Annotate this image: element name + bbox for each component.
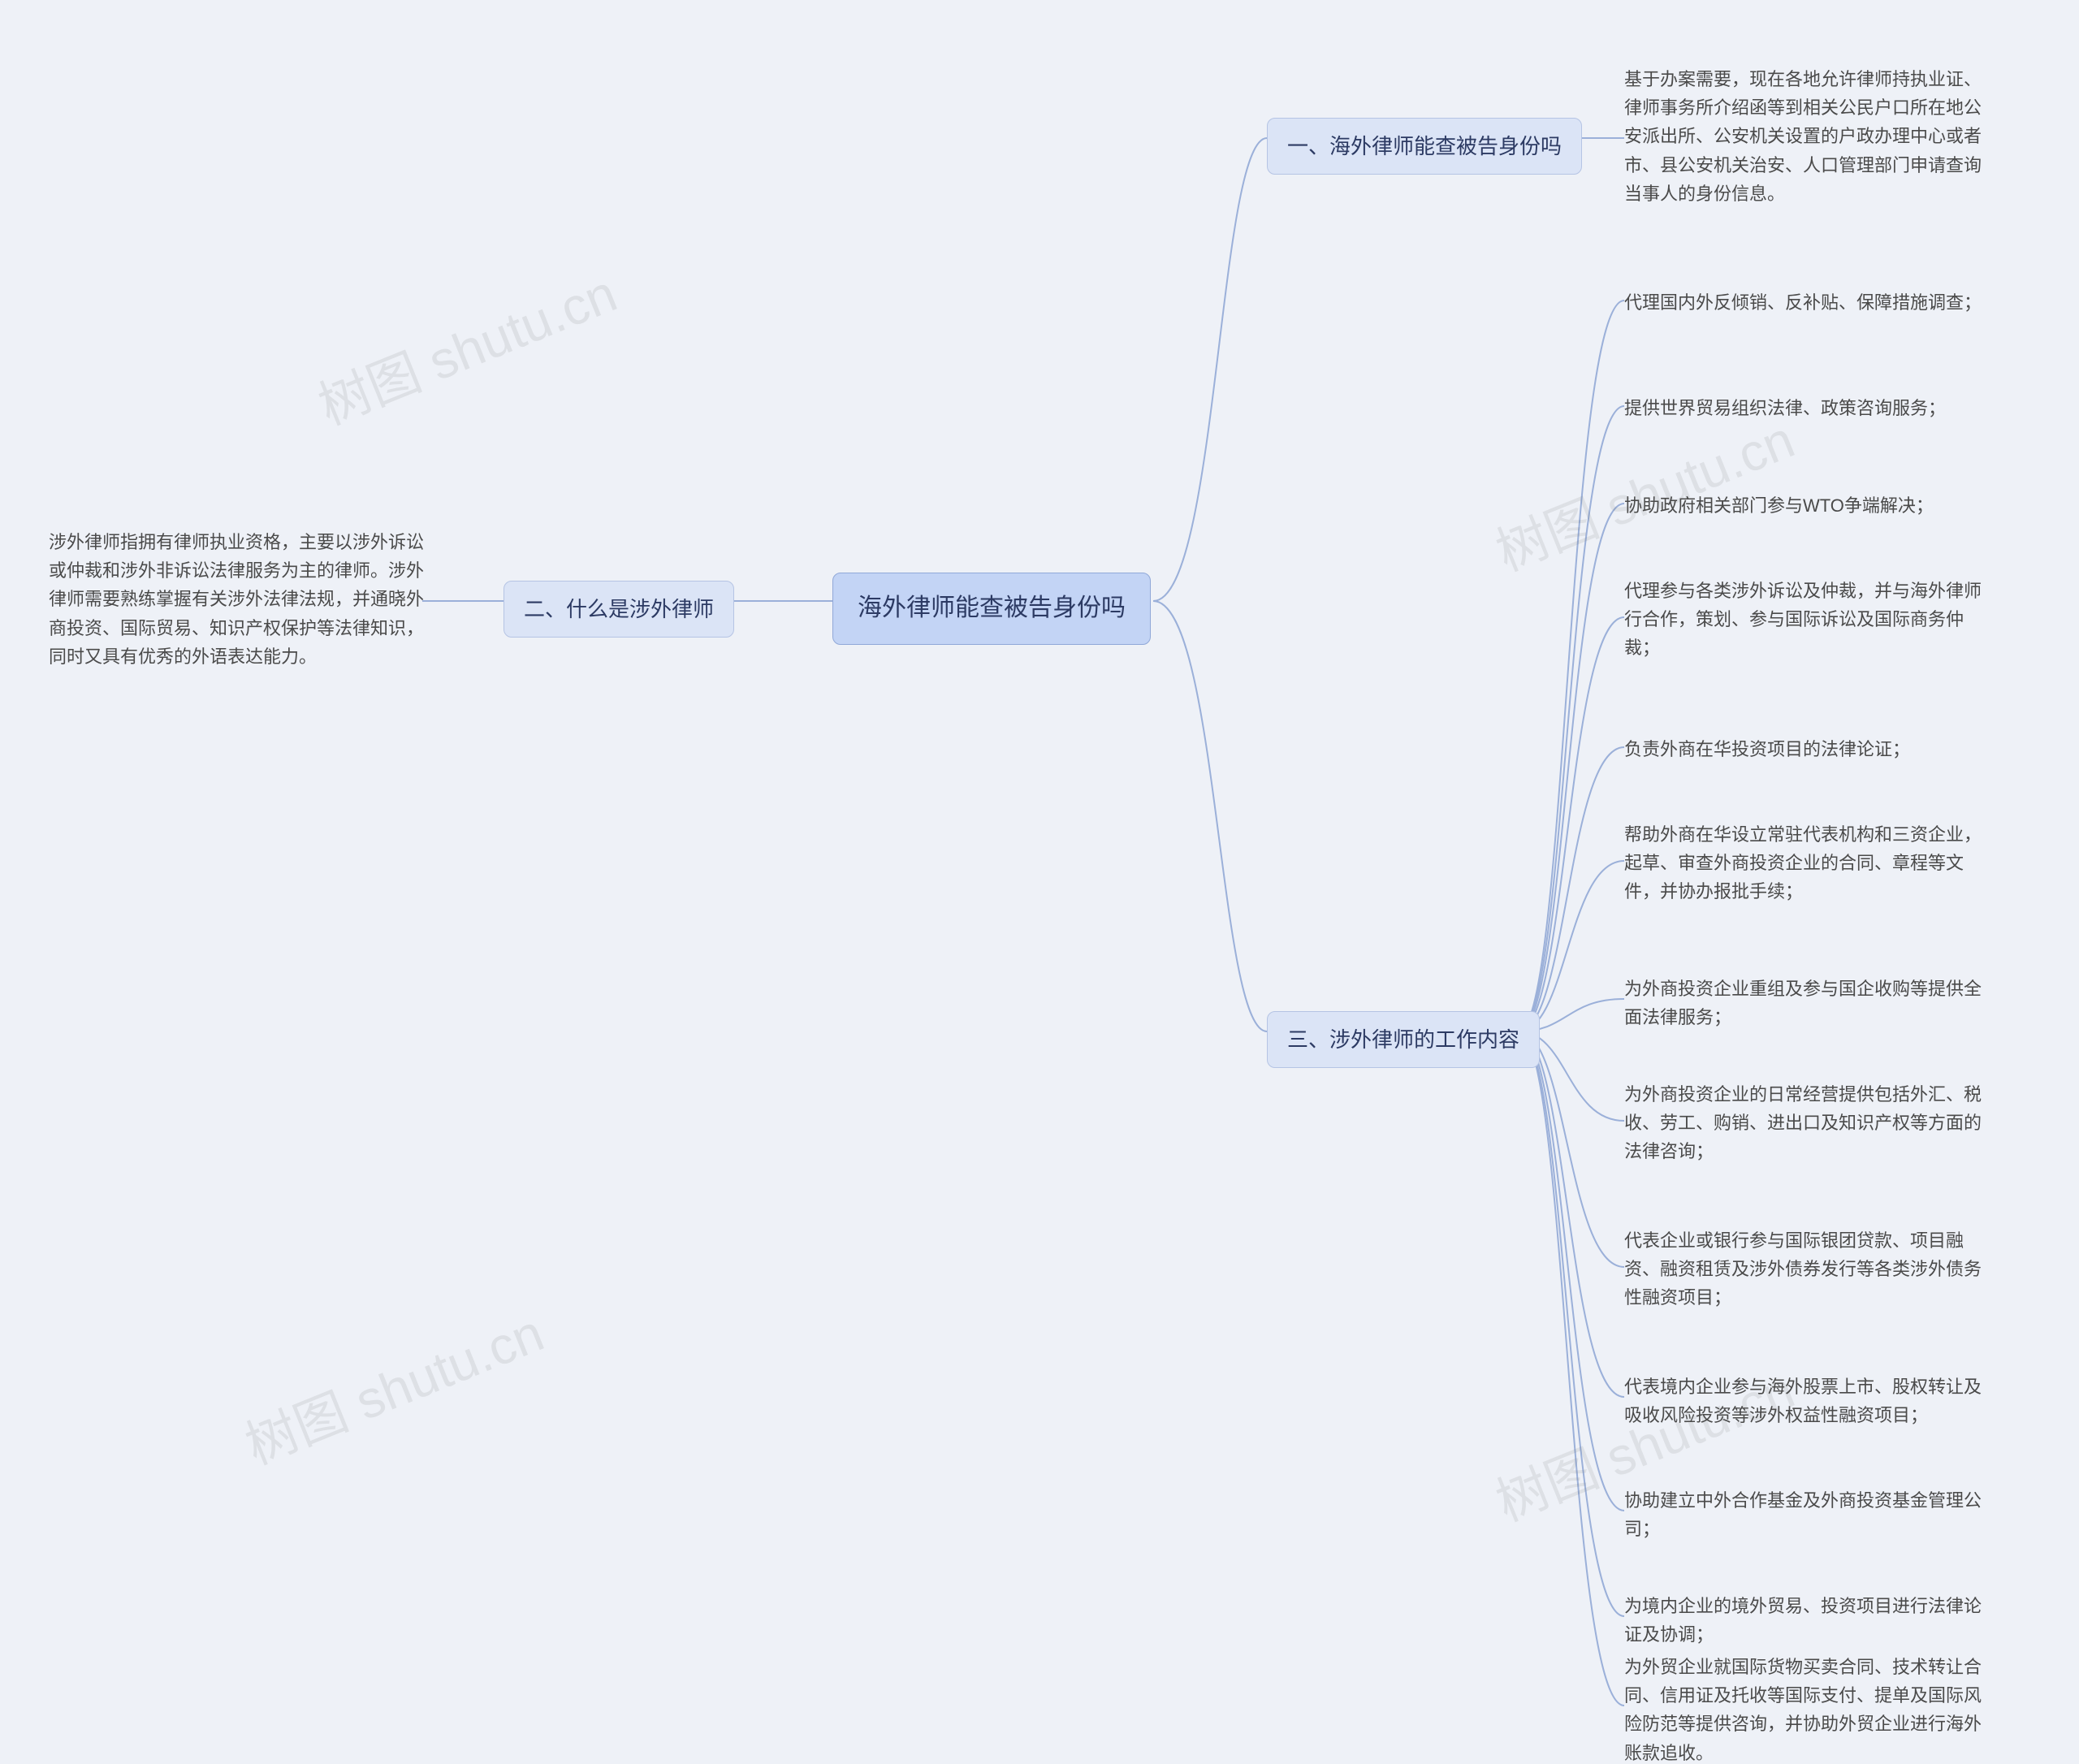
- leaf-can-check-desc: 基于办案需要，现在各地允许律师持执业证、律师事务所介绍函等到相关公民户口所在地公…: [1624, 65, 1982, 208]
- watermark: 树图 shutu.cn: [306, 253, 626, 440]
- leaf-work-4: 负责外商在华投资项目的法律论证；: [1624, 735, 1982, 763]
- leaf-work-8: 代表企业或银行参与国际银团贷款、项目融资、融资租赁及涉外债券发行等各类涉外债务性…: [1624, 1226, 1982, 1312]
- branch-work-content[interactable]: 三、涉外律师的工作内容: [1267, 1011, 1540, 1068]
- branch-can-check[interactable]: 一、海外律师能查被告身份吗: [1267, 118, 1582, 175]
- branch-what-is[interactable]: 二、什么是涉外律师: [504, 581, 734, 638]
- leaf-work-7: 为外商投资企业的日常经营提供包括外汇、税收、劳工、购销、进出口及知识产权等方面的…: [1624, 1080, 1982, 1166]
- leaf-work-0: 代理国内外反倾销、反补贴、保障措施调查；: [1624, 288, 1982, 317]
- watermark: 树图 shutu.cn: [233, 1292, 553, 1480]
- leaf-work-2: 协助政府相关部门参与WTO争端解决；: [1624, 491, 1982, 520]
- leaf-work-3: 代理参与各类涉外诉讼及仲裁，并与海外律师行合作，策划、参与国际诉讼及国际商务仲裁…: [1624, 577, 1982, 663]
- leaf-work-5: 帮助外商在华设立常驻代表机构和三资企业，起草、审查外商投资企业的合同、章程等文件…: [1624, 820, 1982, 906]
- leaf-work-10: 协助建立中外合作基金及外商投资基金管理公司；: [1624, 1486, 1982, 1543]
- mindmap-canvas: 树图 shutu.cn 树图 shutu.cn 树图 shutu.cn 树图 s…: [0, 0, 2079, 1764]
- root-node[interactable]: 海外律师能查被告身份吗: [832, 573, 1151, 645]
- leaf-work-6: 为外商投资企业重组及参与国企收购等提供全面法律服务；: [1624, 975, 1982, 1031]
- leaf-work-11: 为境内企业的境外贸易、投资项目进行法律论证及协调；: [1624, 1592, 1982, 1649]
- leaf-work-1: 提供世界贸易组织法律、政策咨询服务；: [1624, 394, 1982, 422]
- leaf-work-12: 为外贸企业就国际货物买卖合同、技术转让合同、信用证及托收等国际支付、提单及国际风…: [1624, 1653, 1982, 1764]
- leaf-work-9: 代表境内企业参与海外股票上市、股权转让及吸收风险投资等涉外权益性融资项目；: [1624, 1373, 1982, 1429]
- leaf-what-is-desc: 涉外律师指拥有律师执业资格，主要以涉外诉讼或仲裁和涉外非诉讼法律服务为主的律师。…: [49, 528, 430, 671]
